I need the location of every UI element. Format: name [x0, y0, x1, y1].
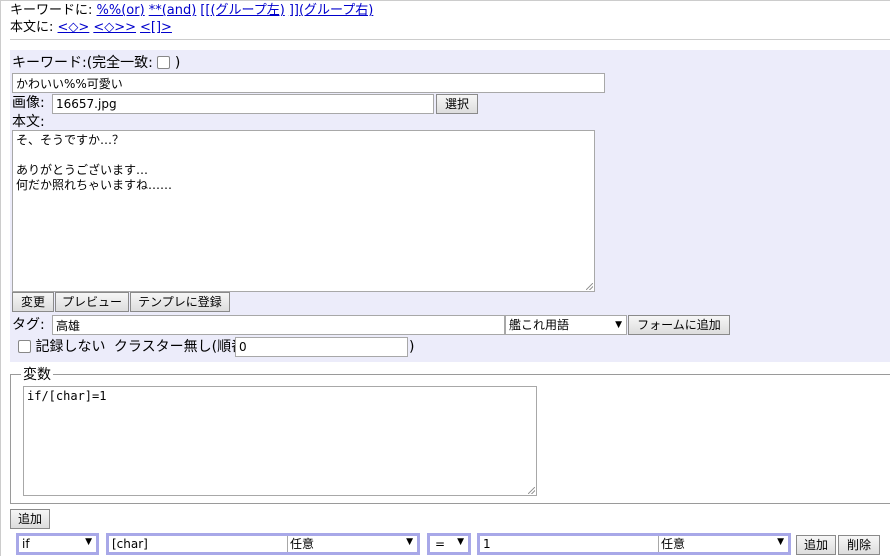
body-links-row: 本文に: <◇> <◇>> <[]> — [10, 19, 890, 36]
link-body-3[interactable]: <[]> — [140, 20, 172, 35]
insert-links-bar: キーワードに: %%(or) **(and) [[(グループ左)]](グループ右) … — [10, 2, 890, 38]
order-input[interactable] — [235, 337, 408, 357]
condition-add-button[interactable]: 追加 — [796, 535, 836, 555]
condition-value-mode[interactable]: 任意 — [658, 536, 688, 552]
tag-select-value: 艦これ用語 — [509, 318, 570, 332]
condition-var-box: [char] 任意 ▼ — [106, 533, 420, 555]
dropdown-arrow-icon: ▼ — [457, 537, 464, 547]
body-label: 本文: — [12, 114, 45, 130]
image-label: 画像: — [12, 95, 45, 111]
keyword-label: キーワード:(完全一致: — [12, 55, 153, 71]
link-group-right[interactable]: ]](グループ右) — [289, 3, 374, 18]
variables-legend: 変数 — [23, 367, 51, 383]
no-record-checkbox[interactable] — [18, 340, 31, 353]
change-button[interactable]: 変更 — [12, 292, 54, 312]
condition-var-input[interactable]: [char] — [109, 536, 288, 552]
body-textarea-wrap: そ、そうですか…？ ありがとうございます… 何だか照れちゃいますね…… — [12, 130, 595, 292]
tag-input[interactable] — [52, 315, 505, 335]
keyword-links-label: キーワードに: — [10, 3, 93, 18]
condition-op-box[interactable]: = ▼ — [427, 533, 471, 555]
keyword-links-row: キーワードに: %%(or) **(and) [[(グループ左) ]](グループ右) — [10, 2, 890, 19]
condition-value-input[interactable]: 1 — [480, 536, 659, 552]
tag-label: タグ: — [12, 317, 45, 333]
edit-panel: キーワード:(完全一致: ) 画像: 選択 本文: そ、そうですか…？ ありがと… — [10, 50, 890, 362]
no-record-label: 記録しない — [35, 339, 106, 355]
condition-op-value: = — [435, 537, 446, 551]
resize-grip-icon[interactable] — [528, 487, 535, 494]
body-links-label: 本文に: — [10, 20, 54, 35]
add-variable-button[interactable]: 追加 — [10, 509, 50, 529]
keyword-label-close: ) — [174, 55, 181, 71]
keyword-input[interactable] — [12, 73, 605, 93]
add-to-form-button[interactable]: フォームに追加 — [628, 315, 730, 335]
variables-textarea-wrap: if/[char]=1 — [23, 386, 537, 496]
link-or[interactable]: %%(or) — [97, 3, 145, 18]
condition-delete-button[interactable]: 削除 — [838, 535, 880, 555]
condition-type-box[interactable]: if ▼ — [16, 533, 99, 555]
select-image-button[interactable]: 選択 — [436, 94, 478, 114]
cluster-label: クラスター無し(順番 — [113, 339, 246, 355]
link-group-left[interactable]: [[(グループ左) — [200, 3, 285, 18]
resize-grip-icon[interactable] — [586, 283, 593, 290]
link-and[interactable]: **(and) — [149, 3, 197, 18]
record-options-row: 記録しない クラスター無し(順番 — [18, 338, 245, 356]
condition-var-mode[interactable]: 任意 — [287, 536, 317, 552]
register-template-button[interactable]: テンプレに登録 — [130, 292, 230, 312]
link-body-2[interactable]: <◇>> — [93, 20, 136, 35]
top-divider — [10, 39, 890, 40]
dropdown-arrow-icon: ▼ — [85, 537, 92, 547]
dropdown-arrow-icon: ▼ — [615, 320, 622, 330]
exact-match-checkbox[interactable] — [157, 56, 171, 69]
keyword-label-row: キーワード:(完全一致: ) — [12, 54, 180, 72]
variables-textarea[interactable]: if/[char]=1 — [23, 386, 537, 496]
body-textarea[interactable]: そ、そうですか…？ ありがとうございます… 何だか照れちゃいますね…… — [12, 130, 595, 292]
condition-value-box: 1 任意 ▼ — [477, 533, 791, 555]
link-body-1[interactable]: <◇> — [58, 20, 90, 35]
condition-type-value: if — [22, 537, 30, 551]
image-input[interactable] — [52, 94, 434, 114]
order-close: ) — [409, 339, 415, 355]
top-border — [0, 0, 890, 1]
dropdown-arrow-icon: ▼ — [777, 537, 784, 547]
tag-select[interactable]: 艦これ用語 ▼ — [505, 315, 627, 335]
dropdown-arrow-icon: ▼ — [406, 537, 413, 547]
left-border — [0, 0, 1, 556]
preview-button[interactable]: プレビュー — [55, 292, 129, 312]
